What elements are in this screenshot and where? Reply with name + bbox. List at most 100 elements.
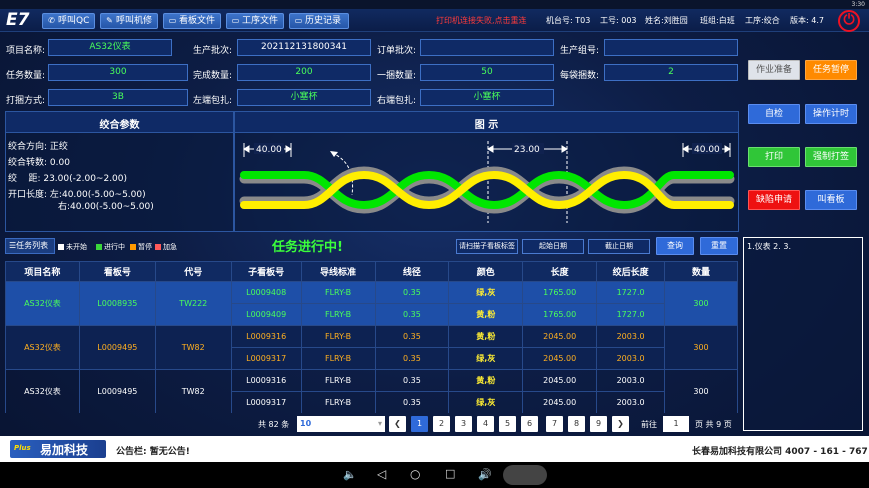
page-9-button[interactable]: 9	[590, 416, 607, 432]
col-length: 长度	[522, 261, 598, 282]
reset-button[interactable]: 重置	[700, 237, 738, 255]
goto-label: 前往	[641, 420, 657, 429]
op-timer-button[interactable]: 操作计时	[805, 104, 857, 124]
left-dim-label: 40.00	[256, 145, 282, 155]
legend-not-started: 未开始	[58, 242, 87, 252]
twist-turns: 绞合转数: 0.00	[8, 158, 70, 168]
page-1-button[interactable]: 1	[411, 416, 428, 432]
project-name-label: 项目名称:	[6, 46, 46, 56]
bind-mode-field: 3B	[48, 89, 188, 106]
job-prepare-button[interactable]: 作业准备	[748, 60, 800, 80]
table-row[interactable]: AS32仪表 L0008935 TW222 L0009408 FLRY-B 0.…	[5, 281, 738, 326]
table-row[interactable]: AS32仪表 L0009495 TW82 L0009316 FLRY-B 0.3…	[5, 325, 738, 370]
status-bar: 3:30	[0, 0, 869, 9]
page-3-button[interactable]: 3	[455, 416, 472, 432]
notice-text: 公告栏: 暂无公告!	[116, 447, 190, 457]
col-color: 颜色	[448, 261, 524, 282]
recents-icon[interactable]: □	[445, 467, 455, 480]
done-qty-field: 200	[237, 64, 371, 81]
home-icon[interactable]: ○	[410, 467, 420, 481]
board-files-button[interactable]: ▭ 看板文件	[163, 13, 221, 29]
force-print-button[interactable]: 强制打签	[805, 147, 857, 167]
note-area[interactable]: 1.仪表 2. 3.	[743, 237, 863, 431]
volume-up-icon[interactable]: 🔊	[478, 468, 492, 481]
prod-group-field	[604, 39, 738, 56]
team-info: 班组:白班	[700, 16, 735, 25]
call-repair-button[interactable]: ✎ 呼叫机修	[100, 13, 158, 29]
folder-icon: ▭	[231, 16, 240, 25]
per-bag-label: 每袋捆数:	[560, 71, 600, 81]
call-board-button[interactable]: 叫看板	[805, 190, 857, 210]
company-logo: Plus 易加科技	[10, 440, 106, 458]
self-check-button[interactable]: 自检	[748, 104, 800, 124]
mid-dim-label: 23.00	[514, 145, 540, 155]
bundle-qty-label: 一捆数量:	[377, 71, 417, 81]
left-wrap-label: 左端包扎:	[193, 96, 233, 106]
col-qty: 数量	[664, 261, 738, 282]
col-after-length: 绞后长度	[596, 261, 666, 282]
prod-batch-field: 202112131800341	[237, 39, 371, 56]
wrench-icon: ✎	[106, 16, 113, 25]
chevron-down-icon: ▾	[377, 419, 382, 428]
bind-mode-label: 打捆方式:	[6, 96, 46, 106]
twist-pitch: 绞 距: 23.00(-2.00~2.00)	[8, 174, 128, 184]
volume-down-icon[interactable]: 🔈	[343, 468, 357, 481]
screenshot-icon[interactable]	[503, 465, 547, 485]
end-date-input[interactable]: 截止日期	[588, 239, 650, 254]
call-qc-button[interactable]: ✆ 呼叫QC	[42, 13, 95, 29]
page-4-button[interactable]: 4	[477, 416, 494, 432]
defect-request-button[interactable]: 缺陷申请	[748, 190, 800, 210]
scan-sub-board-input[interactable]: 请扫描子看板标签	[456, 239, 518, 254]
legend-urgent: 加急	[155, 242, 177, 252]
phone-icon: ✆	[48, 16, 55, 25]
page-size-select[interactable]: 10 ▾	[297, 416, 385, 432]
version-info: 版本: 4.7	[790, 16, 824, 25]
per-bag-field: 2	[604, 64, 738, 81]
process-files-button[interactable]: ▭ 工序文件	[226, 13, 284, 29]
bundle-qty-field: 50	[420, 64, 554, 81]
page-7-button[interactable]: 7	[546, 416, 563, 432]
next-page-button[interactable]: ❯	[612, 416, 629, 432]
col-wire-std: 导线标准	[300, 261, 376, 282]
twist-diagram: 40.00 23.00 40.00	[239, 141, 735, 223]
col-diameter: 线径	[374, 261, 450, 282]
chevron-left-icon: ❮	[394, 419, 401, 428]
prev-page-button[interactable]: ❮	[389, 416, 406, 432]
col-code: 代号	[154, 261, 232, 282]
task-pause-button[interactable]: 任务暂停	[805, 60, 857, 80]
task-qty-label: 任务数量:	[6, 71, 46, 81]
pages-total: 页 共 9 页	[695, 420, 732, 429]
col-board: 看板号	[78, 261, 156, 282]
status-time: 3:30	[851, 1, 865, 8]
tab-task-list[interactable]: ☰任务列表	[5, 238, 55, 254]
prod-group-label: 生产组号:	[560, 46, 600, 56]
page-5-button[interactable]: 5	[499, 416, 516, 432]
power-icon[interactable]: ⏻	[838, 10, 860, 32]
start-date-input[interactable]: 起始日期	[522, 239, 584, 254]
goto-page-input[interactable]: 1	[663, 416, 689, 432]
app-window: 3:30 E7 ✆ 呼叫QC ✎ 呼叫机修 ▭ 看板文件 ▭ 工序文件 ▭ 历史记录 打印…	[0, 0, 869, 488]
query-button[interactable]: 查询	[656, 237, 694, 255]
chevron-right-icon: ❯	[617, 419, 624, 428]
table-header-row: 项目名称 看板号 代号 子看板号 导线标准 线径 颜色 长度 绞后长度 数量	[5, 261, 738, 282]
back-icon[interactable]: ◁	[377, 467, 386, 481]
page-8-button[interactable]: 8	[568, 416, 585, 432]
twist-params-title: 绞合参数	[99, 120, 140, 131]
task-status-text: 任务进行中!	[272, 240, 343, 255]
folder-icon: ▭	[294, 16, 303, 25]
logo-text: 易加科技	[40, 443, 89, 457]
table-row[interactable]: AS32仪表 L0009495 TW82 L0009316 FLRY-B 0.3…	[5, 369, 738, 413]
col-project: 项目名称	[5, 261, 80, 282]
print-button[interactable]: 打印	[748, 147, 800, 167]
diagram-title: 图 示	[474, 120, 499, 131]
page-2-button[interactable]: 2	[433, 416, 450, 432]
page-6-button[interactable]: 6	[521, 416, 538, 432]
task-qty-field: 300	[48, 64, 188, 81]
done-qty-label: 完成数量:	[193, 71, 233, 81]
history-button[interactable]: ▭ 历史记录	[289, 13, 349, 29]
process-info: 工序:绞合	[745, 16, 780, 25]
printer-warning-link[interactable]: 打印机连接失败,点击重连	[436, 15, 527, 26]
legend-in-progress: 进行中	[96, 242, 125, 252]
twist-direction: 绞合方向: 正绞	[8, 142, 68, 152]
worker-info: 工号: 003	[600, 16, 637, 25]
